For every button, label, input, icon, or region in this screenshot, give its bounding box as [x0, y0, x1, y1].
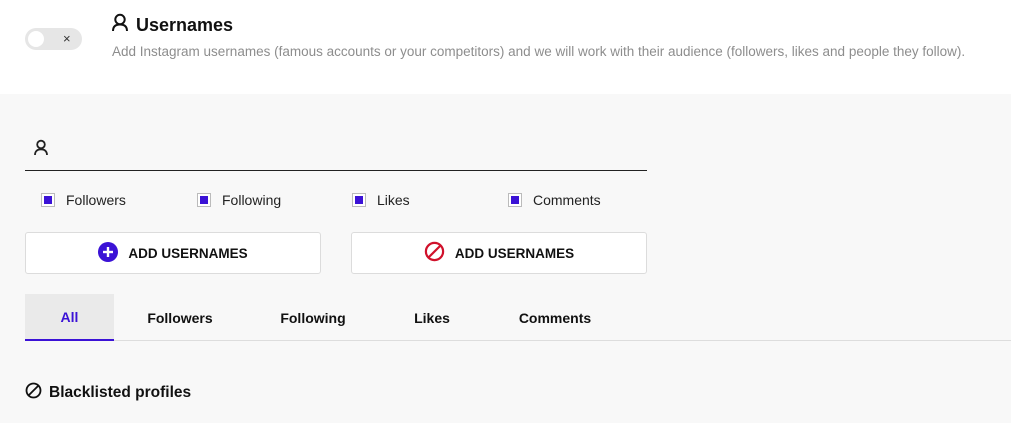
plus-circle-icon [98, 241, 119, 265]
tab-followers[interactable]: Followers [135, 294, 225, 341]
tab-following[interactable]: Following [268, 294, 358, 341]
filter-tabs: All Followers Following Likes Comments [25, 294, 1011, 341]
add-usernames-button[interactable]: ADD USERNAMES [25, 232, 321, 274]
section-description: Add Instagram usernames (famous accounts… [112, 44, 966, 59]
user-icon [111, 13, 129, 37]
checkbox-label: Followers [66, 192, 126, 208]
checkbox-label: Following [222, 192, 282, 208]
checkbox-box[interactable] [352, 193, 366, 207]
add-usernames-label: ADD USERNAMES [128, 245, 248, 261]
checkbox-box[interactable] [197, 193, 211, 207]
blacklisted-profiles-title: Blacklisted profiles [49, 384, 192, 401]
user-icon [33, 139, 49, 161]
block-icon [25, 382, 42, 404]
block-usernames-button[interactable]: ADD USERNAMES [351, 232, 647, 274]
tab-comments[interactable]: Comments [505, 294, 605, 341]
checkbox-likes[interactable]: Likes [352, 192, 410, 208]
checkbox-comments[interactable]: Comments [508, 192, 601, 208]
tab-likes[interactable]: Likes [395, 294, 469, 341]
checkbox-label: Likes [377, 192, 410, 208]
tab-all[interactable]: All [25, 294, 114, 341]
blacklisted-profiles-heading: Blacklisted profiles [25, 382, 191, 404]
usernames-toggle[interactable]: × [25, 28, 82, 50]
section-title: Usernames [111, 13, 233, 37]
page-title: Usernames [136, 14, 234, 35]
block-usernames-label: ADD USERNAMES [454, 245, 575, 261]
checkbox-box[interactable] [41, 193, 55, 207]
username-input[interactable] [59, 138, 639, 162]
checkbox-followers[interactable]: Followers [41, 192, 126, 208]
block-icon [424, 241, 445, 265]
checkbox-label: Comments [533, 192, 601, 208]
checkbox-box[interactable] [508, 193, 522, 207]
username-input-row [25, 134, 647, 171]
toggle-off-icon: × [63, 31, 71, 46]
source-checkboxes: Followers Following Likes Comments [41, 192, 661, 212]
checkbox-following[interactable]: Following [197, 192, 281, 208]
usernames-header: × Usernames Add Instagram usernames (fam… [0, 0, 1011, 94]
toggle-knob [28, 31, 44, 47]
